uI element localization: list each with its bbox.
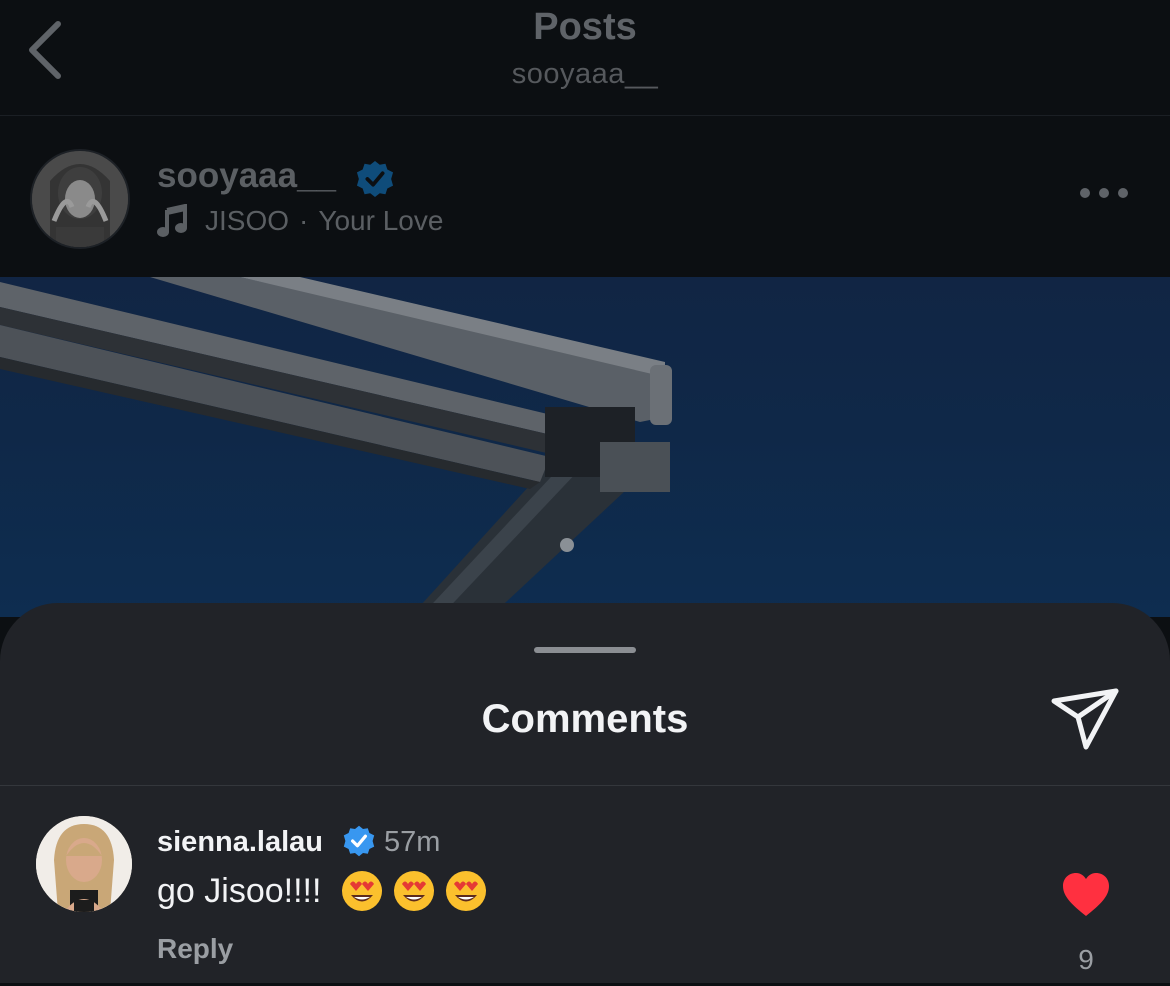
comment-text-row: go Jisoo!!!! — [157, 870, 487, 912]
commenter-avatar[interactable] — [36, 816, 132, 912]
post-username[interactable]: sooyaaa__ — [157, 156, 336, 196]
verified-badge-icon — [356, 160, 394, 198]
comment-item: sienna.lalau 57m go Jisoo!!!! Reply 9 — [0, 806, 1170, 986]
page-title: Posts — [533, 6, 637, 48]
sheet-title: Comments — [481, 697, 689, 741]
post-header: sooyaaa__ JISOO · Your Love — [0, 116, 1170, 276]
reply-button[interactable]: Reply — [157, 933, 233, 965]
crane-arm-image — [0, 277, 672, 617]
avatar-image — [32, 151, 128, 247]
music-info[interactable]: JISOO · Your Love — [157, 204, 443, 238]
comment-emojis — [341, 870, 487, 912]
paper-plane-icon — [1051, 688, 1119, 750]
verified-badge-icon — [343, 825, 375, 857]
divider — [0, 785, 1170, 786]
comment-text: go Jisoo!!!! — [157, 871, 322, 910]
more-options-button[interactable] — [1080, 188, 1128, 202]
music-separator: · — [299, 205, 309, 236]
music-note-icon — [157, 204, 187, 237]
comments-sheet: Comments sienna.lalau 57m go Jisoo!!!! R… — [0, 603, 1170, 983]
heart-filled-icon — [1063, 873, 1109, 916]
comment-username[interactable]: sienna.lalau — [157, 826, 323, 859]
like-button[interactable] — [1061, 872, 1111, 918]
avatar[interactable] — [32, 151, 128, 247]
like-count: 9 — [1078, 944, 1094, 975]
heart-eyes-emoji-icon — [342, 871, 383, 911]
sheet-drag-handle[interactable] — [534, 647, 636, 653]
more-horizontal-icon — [1080, 188, 1090, 198]
heart-eyes-emoji-icon — [394, 871, 435, 911]
music-track: Your Love — [318, 205, 444, 236]
page-subtitle: sooyaaa__ — [511, 58, 659, 90]
top-navigation-bar: Posts sooyaaa__ — [0, 0, 1170, 116]
share-button[interactable] — [1050, 687, 1122, 753]
post-image[interactable] — [0, 277, 1170, 617]
music-artist: JISOO — [205, 205, 290, 236]
comment-timestamp: 57m — [384, 826, 441, 858]
heart-eyes-emoji-icon — [446, 871, 487, 911]
commenter-avatar-image — [36, 816, 132, 912]
